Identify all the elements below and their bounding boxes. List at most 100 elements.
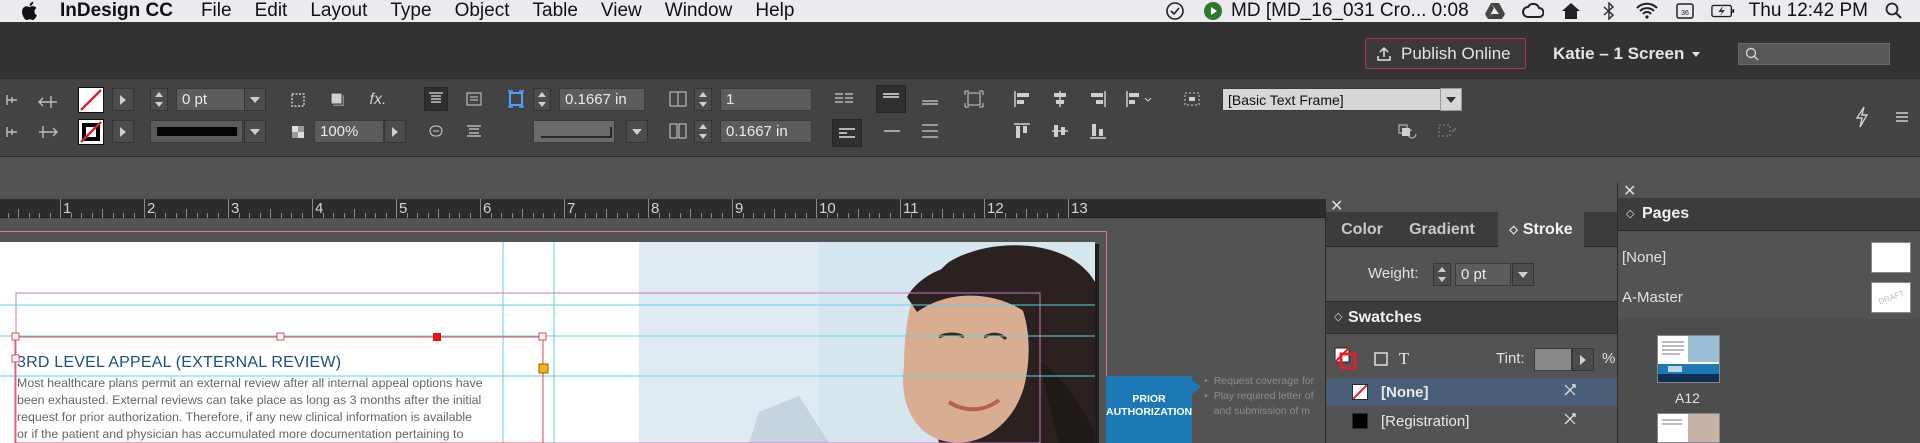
- columns-stepper[interactable]: [694, 88, 712, 111]
- rotate-icon[interactable]: [36, 88, 60, 112]
- home-icon[interactable]: [1559, 1, 1583, 21]
- opacity-field[interactable]: 100%: [314, 120, 384, 143]
- weight-field[interactable]: 0 pt: [1455, 263, 1511, 286]
- baseline-offset-field[interactable]: [533, 120, 615, 143]
- align-bottom-edges-icon[interactable]: [1086, 119, 1110, 143]
- fit-frame-icon[interactable]: [962, 87, 986, 111]
- select-container-icon[interactable]: [1180, 87, 1204, 111]
- swatch-row-registration[interactable]: [Registration]: [1326, 407, 1618, 435]
- master-none-row[interactable]: [None]: [1618, 239, 1920, 277]
- tint-dropdown[interactable]: [1572, 348, 1594, 371]
- apple-icon[interactable]: [20, 1, 38, 21]
- horizontal-ruler[interactable]: 1 2 3 4 5 6 7 8 9 10 11 12 13: [0, 199, 1330, 218]
- object-style-dropdown[interactable]: [1440, 88, 1462, 111]
- stroke-type-field[interactable]: [150, 120, 243, 143]
- weight-dropdown[interactable]: [1512, 263, 1534, 286]
- quick-apply-lightning-icon[interactable]: [1850, 105, 1874, 129]
- auto-size-icon[interactable]: [832, 119, 862, 147]
- align-top-icon[interactable]: [424, 87, 448, 111]
- inset-spacing-icon[interactable]: [504, 87, 528, 111]
- page-a12-thumbnail[interactable]: [1657, 335, 1720, 383]
- tab-gradient[interactable]: Gradient: [1398, 212, 1486, 247]
- stroke-type-dropdown[interactable]: [244, 120, 266, 143]
- play-circle-icon[interactable]: [1201, 1, 1225, 21]
- calendar-icon[interactable]: 36: [1673, 1, 1697, 21]
- distribute-icon[interactable]: [880, 119, 904, 143]
- pages-header[interactable]: ◇ Pages: [1618, 198, 1920, 231]
- tab-stroke[interactable]: ◇ Stroke: [1498, 212, 1584, 247]
- opacity-icon[interactable]: [286, 120, 310, 144]
- fill-stroke-swap-icon[interactable]: [1332, 345, 1358, 371]
- span-bottom-icon[interactable]: [918, 87, 942, 111]
- fill-dropdown[interactable]: [112, 88, 134, 111]
- stroke-weight-dropdown[interactable]: [244, 88, 266, 111]
- stroke-weight-stepper[interactable]: [150, 88, 168, 111]
- effects-fx-icon[interactable]: fx.: [366, 88, 390, 112]
- align-ref-icon[interactable]: [0, 120, 24, 144]
- align-right-edges-icon[interactable]: [1086, 87, 1110, 111]
- distribute-objects-icon[interactable]: [1124, 87, 1154, 111]
- gutter-field[interactable]: 0.1667 in: [720, 120, 812, 143]
- spotlight-search-icon[interactable]: [1882, 1, 1906, 21]
- clock[interactable]: Thu 12:42 PM: [1749, 0, 1868, 22]
- clear-style-icon[interactable]: [1436, 119, 1460, 143]
- align-ref-icon[interactable]: [0, 88, 24, 112]
- align-horizontal-centers-icon[interactable]: [1048, 87, 1072, 111]
- a-master-row[interactable]: A-Master DRAFT: [1618, 279, 1920, 317]
- menu-view[interactable]: View: [601, 0, 642, 22]
- stroke-none-icon[interactable]: [78, 119, 104, 145]
- flip-icon[interactable]: [36, 120, 60, 144]
- battery-icon[interactable]: [1710, 1, 1735, 21]
- swatch-row-none[interactable]: [None]: [1326, 378, 1618, 406]
- align-left-edges-icon[interactable]: [1010, 87, 1034, 111]
- frame-corner-icon[interactable]: [286, 88, 310, 112]
- check-circle-icon[interactable]: [1163, 1, 1187, 21]
- menu-help[interactable]: Help: [755, 0, 794, 22]
- swatches-header[interactable]: ◇ Swatches: [1326, 301, 1618, 334]
- columns-field[interactable]: 1: [720, 88, 812, 111]
- align-top-edges-icon[interactable]: [1010, 119, 1034, 143]
- workspace-switcher[interactable]: Katie – 1 Screen: [1553, 44, 1701, 64]
- menu-table[interactable]: Table: [533, 0, 578, 22]
- opacity-dropdown[interactable]: [384, 120, 406, 143]
- container-formatting-icon[interactable]: [1369, 347, 1393, 371]
- menu-file[interactable]: File: [201, 0, 232, 22]
- gutter-stepper[interactable]: [694, 120, 712, 143]
- drive-icon[interactable]: [1483, 1, 1507, 21]
- creative-cloud-icon[interactable]: [1521, 1, 1545, 21]
- help-search-input[interactable]: [1738, 43, 1890, 65]
- stroke-weight-field[interactable]: 0 pt: [176, 88, 246, 111]
- align-center-icon[interactable]: [462, 87, 486, 111]
- publish-online-button[interactable]: Publish Online: [1365, 38, 1526, 69]
- span-top-icon[interactable]: [876, 85, 906, 113]
- gutter-icon[interactable]: [666, 119, 690, 143]
- menu-edit[interactable]: Edit: [255, 0, 288, 22]
- menu-object[interactable]: Object: [455, 0, 510, 22]
- baseline-dropdown[interactable]: [626, 120, 648, 143]
- inset-field[interactable]: 0.1667 in: [559, 88, 645, 111]
- align-vertical-centers-icon[interactable]: [1048, 119, 1072, 143]
- panel-menu-icon[interactable]: [1890, 105, 1914, 129]
- balance-columns-icon[interactable]: [832, 87, 856, 111]
- page-next-thumbnail[interactable]: [1657, 413, 1720, 443]
- align-bottom-icon[interactable]: [424, 119, 448, 143]
- fill-none-icon[interactable]: [78, 87, 104, 113]
- object-style-select[interactable]: [Basic Text Frame]: [1222, 88, 1450, 111]
- drop-shadow-icon[interactable]: [326, 88, 350, 112]
- recording-status[interactable]: MD [MD_16_031 Cro... 0:08: [1231, 0, 1469, 22]
- bullet-list[interactable]: • Request coverage for • Play required let…: [1204, 374, 1314, 419]
- distribute-spacing-icon[interactable]: [918, 119, 942, 143]
- prior-authorization-box[interactable]: PRIOR AUTHORIZATION: [1106, 376, 1192, 443]
- weight-stepper[interactable]: [1433, 263, 1451, 286]
- columns-icon[interactable]: [666, 87, 690, 111]
- wifi-icon[interactable]: [1635, 1, 1659, 21]
- stroke-dropdown[interactable]: [112, 120, 134, 143]
- document-canvas[interactable]: 3RD LEVEL APPEAL (EXTERNAL REVIEW) Most …: [0, 219, 1325, 443]
- tint-field[interactable]: [1534, 348, 1572, 371]
- text-formatting-icon[interactable]: T: [1392, 347, 1416, 371]
- menu-layout[interactable]: Layout: [310, 0, 367, 22]
- inset-stepper[interactable]: [533, 88, 551, 111]
- clear-overrides-icon[interactable]: [1396, 119, 1420, 143]
- bluetooth-icon[interactable]: [1597, 1, 1621, 21]
- menu-type[interactable]: Type: [390, 0, 431, 22]
